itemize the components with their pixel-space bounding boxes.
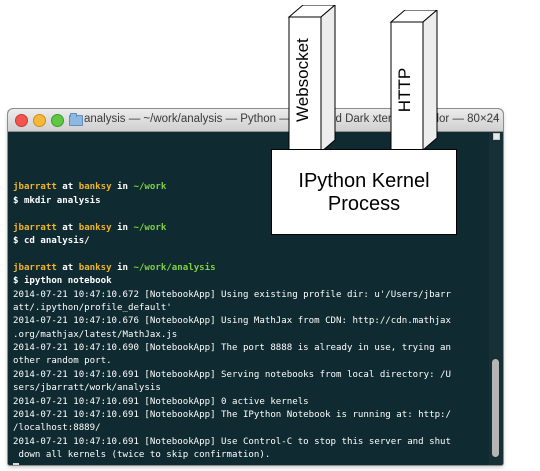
terminal-line: 2014-07-21 10:47:10.691 [NotebookApp] Th… [13, 409, 451, 422]
log-text: down all kernels (twice to skip confirma… [13, 450, 271, 461]
command-text: $ mkdir analysis [13, 195, 101, 206]
log-text: .org/mathjax/latest/MathJax.js [13, 329, 178, 340]
terminal-line [13, 462, 451, 465]
prompt-path: ~/work [133, 182, 167, 193]
prompt-at: at [56, 182, 79, 193]
log-text: 2014-07-21 10:47:10.691 [NotebookApp] Se… [13, 369, 451, 380]
command-text: $ ipython notebook [13, 276, 112, 287]
terminal-line: 2014-07-21 10:47:10.691 [NotebookApp] 0 … [13, 396, 451, 409]
prompt-user: jbarratt [13, 222, 57, 233]
scrollbar-thumb[interactable] [492, 359, 499, 457]
log-text: 2014-07-21 10:47:10.691 [NotebookApp] Us… [13, 436, 451, 447]
prompt-host: banksy [78, 182, 112, 193]
kernel-process-box: IPython Kernel Process [271, 149, 457, 235]
terminal-line: down all kernels (twice to skip confirma… [13, 449, 451, 462]
websocket-label: Websocket [293, 38, 312, 122]
prompt-in: in [111, 182, 134, 193]
prompt-user: jbarratt [13, 182, 57, 193]
terminal-line: $ ipython notebook [13, 275, 451, 288]
terminal-line: $ cd analysis/ [13, 235, 451, 248]
log-text: /localhost:8889/ [13, 423, 101, 434]
command-text: $ cd analysis/ [13, 235, 90, 246]
terminal-line: att/.ipython/profile_default' [13, 302, 451, 315]
terminal-cursor [13, 462, 19, 465]
zoom-button[interactable] [51, 114, 64, 127]
minimize-button[interactable] [33, 114, 46, 127]
prompt-at: at [56, 222, 79, 233]
close-button[interactable] [15, 114, 28, 127]
kernel-line-1: IPython Kernel [298, 170, 430, 192]
prompt-path: ~/work [133, 222, 167, 233]
log-text: 2014-07-21 10:47:10.676 [NotebookApp] Us… [13, 316, 451, 327]
fullscreen-icon[interactable]: ⤢ [490, 115, 498, 124]
http-label: HTTP [395, 67, 414, 113]
log-text: 2014-07-21 10:47:10.690 [NotebookApp] Th… [13, 343, 451, 354]
log-text: att/.ipython/profile_default' [13, 302, 172, 313]
prompt-host: banksy [78, 262, 112, 273]
prompt-host: banksy [78, 222, 112, 233]
terminal-line: 2014-07-21 10:47:10.691 [NotebookApp] Se… [13, 369, 451, 382]
kernel-line-2: Process [327, 193, 401, 215]
terminal-line: 2014-07-21 10:47:10.672 [NotebookApp] Us… [13, 289, 451, 302]
terminal-line: 2014-07-21 10:47:10.690 [NotebookApp] Th… [13, 342, 451, 355]
log-text: sers/jbarratt/work/analysis [13, 383, 161, 394]
prompt-at: at [56, 262, 79, 273]
terminal-line: other random port. [13, 355, 451, 368]
terminal-line: 2014-07-21 10:47:10.691 [NotebookApp] Us… [13, 436, 451, 449]
log-text: 2014-07-21 10:47:10.691 [NotebookApp] 0 … [13, 396, 309, 407]
log-text: 2014-07-21 10:47:10.691 [NotebookApp] Th… [13, 410, 451, 421]
folder-icon [69, 113, 83, 126]
prompt-in: in [111, 222, 134, 233]
kernel-process-label: IPython Kernel Process [272, 170, 456, 216]
terminal-line: jbarratt at banksy in ~/work/analysis [13, 262, 451, 275]
prompt-path: ~/work/analysis [133, 262, 216, 273]
prompt-user: jbarratt [13, 262, 57, 273]
prompt-in: in [111, 262, 134, 273]
terminal-line: sers/jbarratt/work/analysis [13, 382, 451, 395]
scrollbar-button[interactable] [493, 133, 500, 140]
terminal-line: .org/mathjax/latest/MathJax.js [13, 329, 451, 342]
log-text: 2014-07-21 10:47:10.672 [NotebookApp] Us… [13, 289, 451, 300]
terminal-line: /localhost:8889/ [13, 422, 451, 435]
terminal-line: 2014-07-21 10:47:10.676 [NotebookApp] Us… [13, 315, 451, 328]
log-text: other random port. [13, 356, 112, 367]
